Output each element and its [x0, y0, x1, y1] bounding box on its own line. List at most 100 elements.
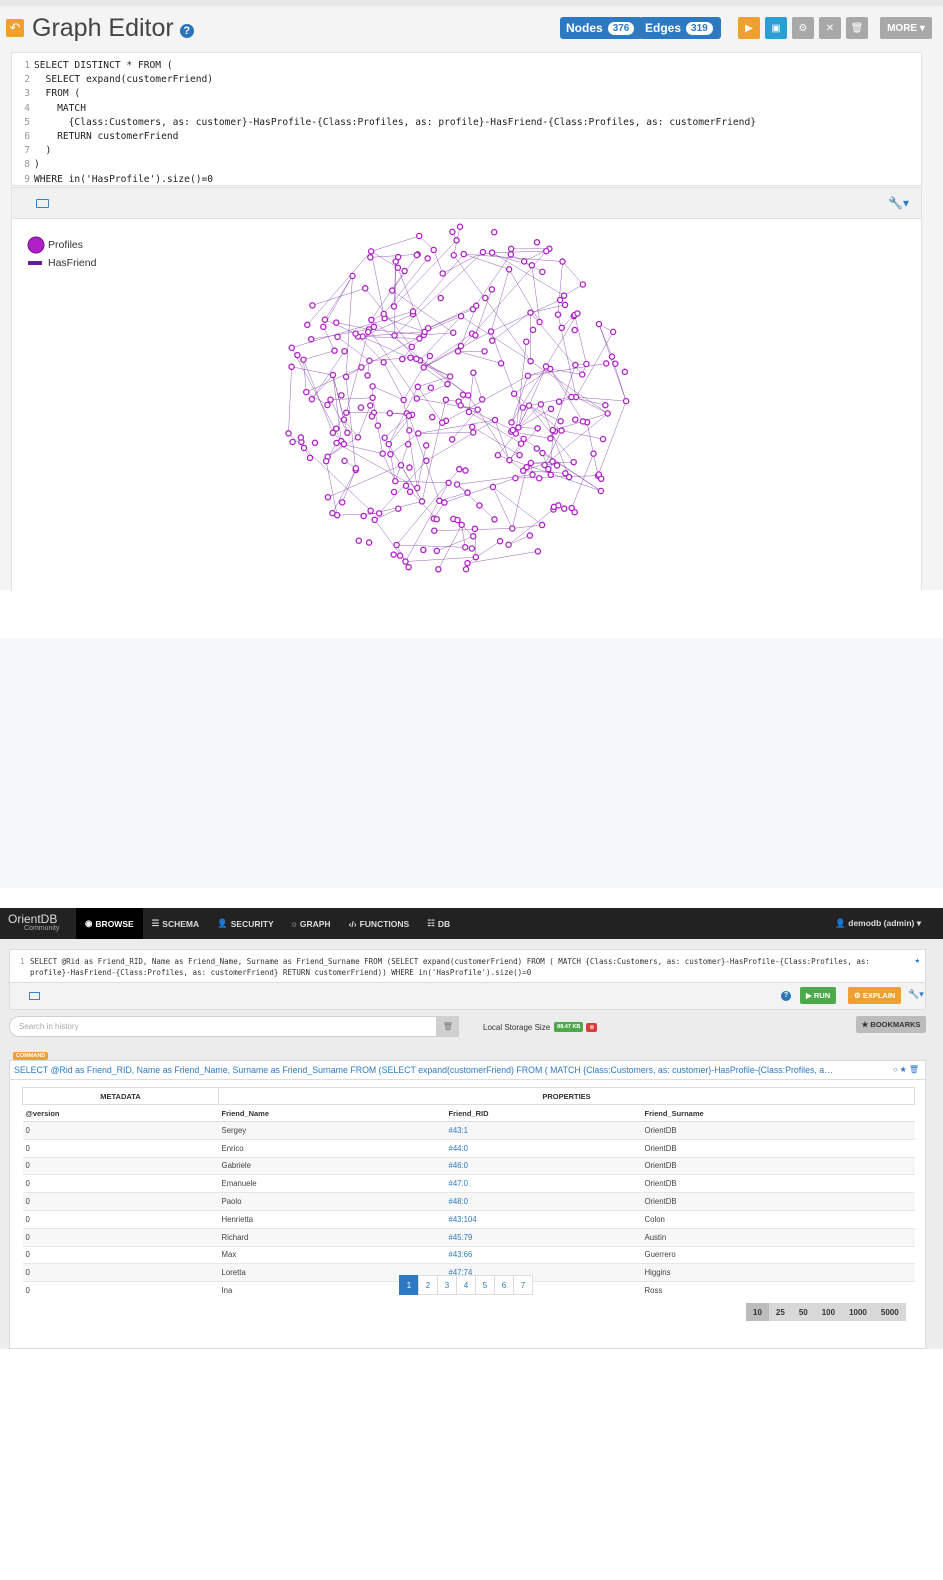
graph-edge[interactable]	[395, 480, 449, 484]
graph-node[interactable]	[537, 401, 545, 408]
graph-node[interactable]	[481, 348, 488, 355]
graph-node[interactable]	[399, 355, 406, 363]
graph-node[interactable]	[565, 473, 573, 481]
graph-node[interactable]	[534, 548, 542, 555]
graph-edge[interactable]	[528, 366, 547, 406]
clear-history-icon[interactable]: 🗑	[437, 1016, 459, 1037]
graph-node[interactable]	[414, 383, 422, 391]
graph-node[interactable]	[468, 545, 476, 552]
bookmark-star-icon[interactable]: ★	[915, 956, 920, 967]
graph-edge[interactable]	[557, 261, 563, 315]
graph-edge[interactable]	[492, 312, 531, 341]
graph-edge[interactable]	[515, 475, 599, 479]
graph-node[interactable]	[507, 251, 515, 258]
graph-edge[interactable]	[549, 368, 572, 398]
graph-node[interactable]	[423, 457, 430, 465]
bookmarks-button[interactable]: ★ BOOKMARKS	[856, 1016, 926, 1033]
graph-node[interactable]	[608, 353, 616, 360]
graph-node[interactable]	[332, 425, 340, 432]
page-button[interactable]: 2	[418, 1275, 438, 1295]
graph-edge[interactable]	[514, 368, 551, 394]
graph-node[interactable]	[609, 328, 617, 336]
table-row[interactable]: 0 Paolo #48:0 OrientDB	[22, 1192, 915, 1211]
table-row[interactable]: 0 Sergey #43:1 OrientDB	[22, 1121, 915, 1140]
graph-node[interactable]	[424, 255, 431, 262]
graph-edge[interactable]	[457, 351, 502, 364]
table-row[interactable]: 0 Enrico #44:0 OrientDB	[22, 1138, 915, 1158]
rid-link[interactable]: #48:0	[445, 1192, 642, 1211]
graph-edge[interactable]	[418, 432, 474, 434]
table-row[interactable]: 0 Emanuele #47:0 OrientDB	[22, 1174, 915, 1193]
graph-node[interactable]	[471, 525, 479, 533]
graph-node[interactable]	[407, 354, 414, 361]
graph-edge[interactable]	[490, 299, 561, 332]
graph-node[interactable]	[413, 251, 421, 259]
graph-node[interactable]	[550, 503, 558, 511]
graph-node[interactable]	[547, 435, 554, 442]
back-icon[interactable]: ↶	[6, 19, 24, 37]
graph-node[interactable]	[393, 541, 400, 549]
graph-node[interactable]	[413, 355, 420, 363]
graph-node[interactable]	[415, 232, 423, 240]
rid-link[interactable]: #47:0	[445, 1174, 642, 1193]
graph-node[interactable]	[334, 333, 341, 341]
graph-node[interactable]	[381, 434, 388, 441]
table-row[interactable]: 0 Henrietta #43:104 Colon	[22, 1209, 915, 1229]
page-size-option[interactable]: 25	[769, 1303, 792, 1321]
graph-node[interactable]	[333, 511, 341, 519]
graph-node[interactable]	[527, 309, 534, 316]
graph-edge[interactable]	[362, 336, 420, 339]
graph-node[interactable]	[394, 264, 402, 271]
nav-item-db[interactable]: ☷ DB	[418, 908, 459, 939]
page-button[interactable]: 5	[475, 1275, 495, 1295]
graph-node[interactable]	[424, 324, 432, 332]
graph-node[interactable]	[527, 357, 534, 365]
graph-edge[interactable]	[332, 374, 348, 433]
graph-edge[interactable]	[330, 397, 373, 400]
graph-node[interactable]	[285, 430, 292, 437]
graph-node[interactable]	[341, 347, 348, 355]
graph-node[interactable]	[439, 270, 446, 277]
graph-node[interactable]	[579, 281, 587, 288]
graph-node[interactable]	[572, 361, 579, 369]
graph-node[interactable]	[289, 438, 296, 446]
graph-node[interactable]	[390, 303, 398, 310]
graph-node[interactable]	[387, 450, 394, 458]
clear-storage-icon[interactable]: ⊗	[586, 1022, 598, 1032]
graph-edge[interactable]	[530, 304, 566, 313]
graph-visualization[interactable]	[12, 219, 922, 591]
graph-node[interactable]	[391, 332, 398, 339]
graph-node[interactable]	[539, 268, 546, 276]
graph-node[interactable]	[307, 335, 315, 343]
nav-item-functions[interactable]: ‹/› FUNCTIONS	[340, 908, 419, 939]
graph-node[interactable]	[533, 239, 541, 246]
graph-node[interactable]	[542, 363, 550, 370]
graph-node[interactable]	[560, 292, 568, 299]
graph-node[interactable]	[371, 516, 378, 524]
graph-node[interactable]	[436, 497, 443, 505]
graph-node[interactable]	[472, 332, 479, 339]
graph-node[interactable]	[404, 441, 412, 448]
graph-node[interactable]	[536, 318, 543, 326]
graph-node[interactable]	[526, 532, 534, 539]
graph-node[interactable]	[533, 445, 541, 452]
graph-node[interactable]	[450, 252, 457, 259]
graph-node[interactable]	[457, 312, 465, 320]
graph-node[interactable]	[465, 408, 473, 416]
graph-edge[interactable]	[497, 433, 516, 456]
graph-node[interactable]	[364, 328, 372, 336]
graph-node[interactable]	[489, 337, 496, 344]
graph-node[interactable]	[474, 406, 481, 413]
refresh-icon[interactable]: ○	[893, 1065, 900, 1074]
graph-node[interactable]	[344, 429, 351, 437]
graph-node[interactable]	[355, 537, 363, 544]
graph-canvas[interactable]: Profiles HasFriend	[11, 219, 922, 591]
graph-edge[interactable]	[467, 540, 501, 564]
graph-node[interactable]	[525, 402, 533, 409]
graph-node[interactable]	[515, 424, 522, 431]
graph-edge[interactable]	[303, 359, 307, 393]
column-header[interactable]: Friend_RID	[445, 1104, 642, 1122]
graph-edge[interactable]	[528, 405, 574, 463]
graph-node[interactable]	[386, 410, 394, 417]
graph-node[interactable]	[462, 565, 470, 573]
